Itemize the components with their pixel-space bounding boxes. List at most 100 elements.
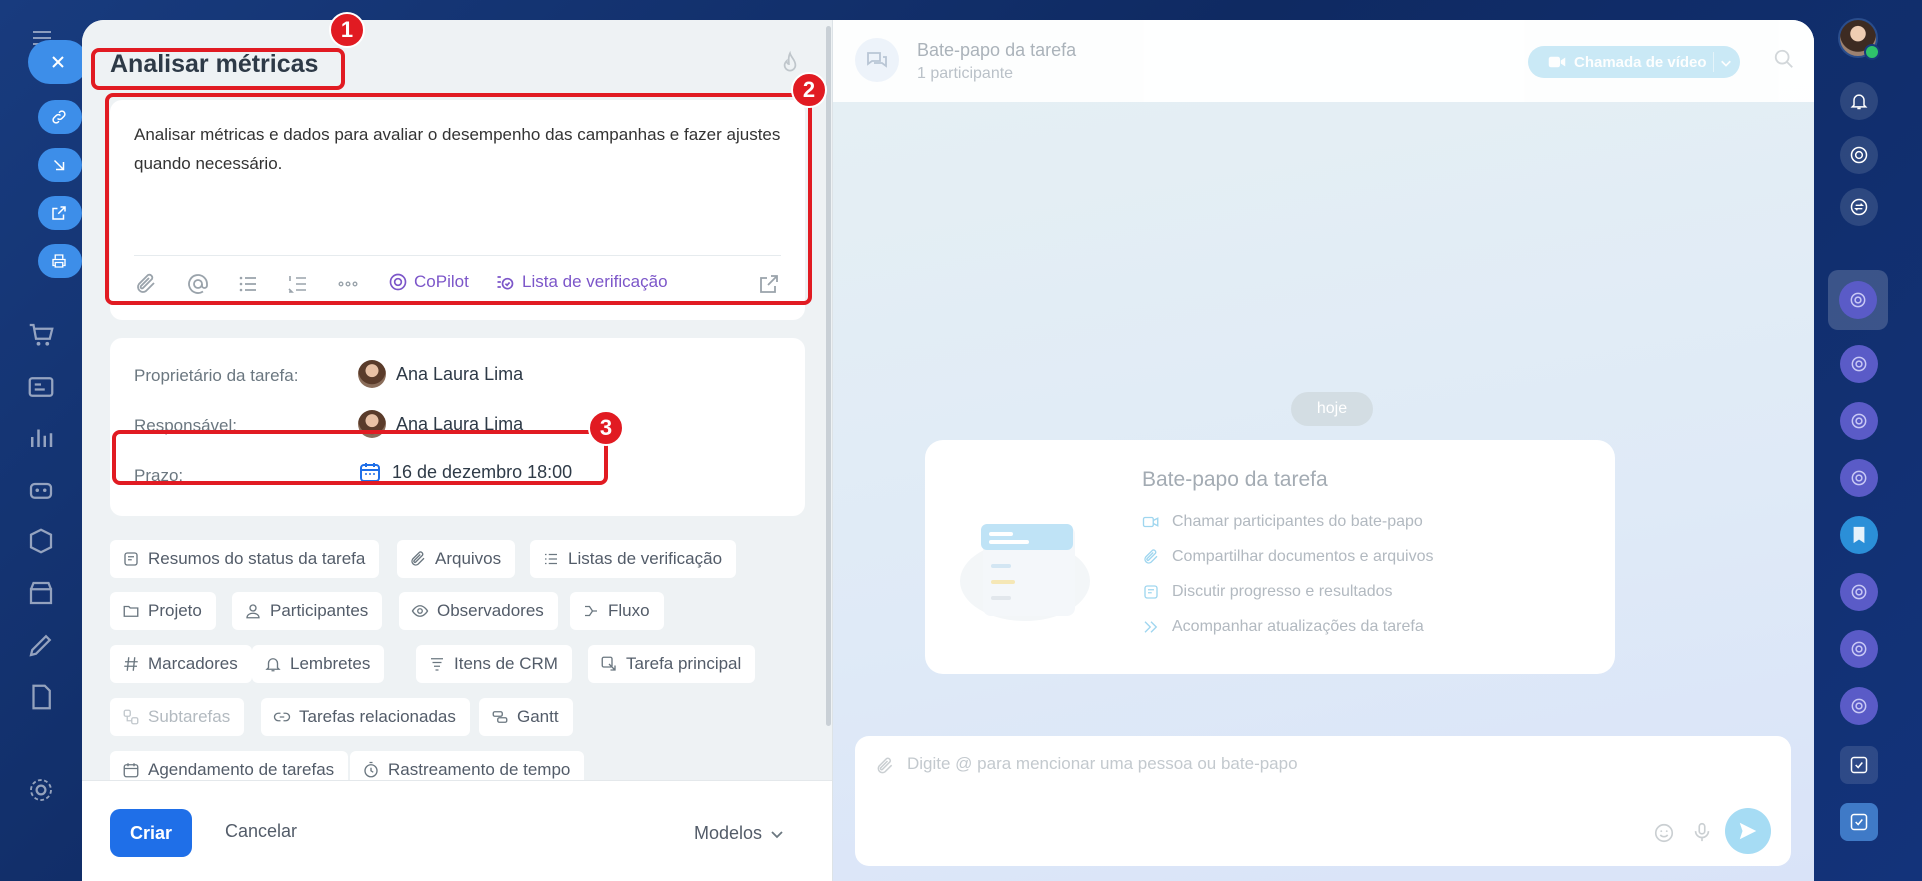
minimize-button[interactable] xyxy=(38,148,82,182)
cancel-button[interactable]: Cancelar xyxy=(225,821,297,842)
crm-icon xyxy=(431,658,443,671)
annotation-box-deadline xyxy=(112,430,608,485)
message-input[interactable]: Digite @ para mencionar uma pessoa ou ba… xyxy=(907,754,1298,774)
notifications-button[interactable] xyxy=(1840,82,1878,120)
annotation-box-title xyxy=(91,48,345,90)
print-button[interactable] xyxy=(38,244,82,278)
paperclip-icon xyxy=(411,551,425,566)
chat-quick-button[interactable] xyxy=(1840,188,1878,226)
chevron-down-icon xyxy=(771,830,783,838)
video-call-button[interactable]: Chamada de vídeo xyxy=(1528,46,1740,78)
chip-crm-items[interactable]: Itens de CRM xyxy=(416,645,572,683)
recent-chat-item[interactable] xyxy=(1840,573,1878,611)
chart-icon[interactable] xyxy=(26,422,56,452)
video-call-label: Chamada de vídeo xyxy=(1574,53,1707,71)
subtasks-icon xyxy=(123,709,139,725)
recent-chat-item[interactable] xyxy=(1840,402,1878,440)
annotation-badge-1: 1 xyxy=(329,12,365,48)
flow-icon xyxy=(585,605,597,617)
chip-label: Agendamento de tarefas xyxy=(148,760,335,779)
date-separator: hoje xyxy=(1291,392,1373,426)
video-call-separator xyxy=(1713,52,1714,72)
recent-chat-item[interactable] xyxy=(1840,630,1878,668)
close-icon xyxy=(52,56,64,68)
chip-files[interactable]: Arquivos xyxy=(397,540,516,578)
pen-icon[interactable] xyxy=(26,630,56,660)
chip-flow[interactable]: Fluxo xyxy=(570,592,664,630)
robot-icon[interactable] xyxy=(26,474,56,504)
copilot-icon xyxy=(1851,356,1867,372)
recent-chat-item[interactable] xyxy=(1840,459,1878,497)
left-sidebar xyxy=(0,0,88,881)
external-link-icon xyxy=(52,206,66,220)
cart-icon[interactable] xyxy=(26,320,56,350)
settings-icon[interactable] xyxy=(26,775,56,805)
microphone-icon[interactable] xyxy=(1691,820,1713,844)
welcome-item-text: Acompanhar atualizações da tarefa xyxy=(1172,618,1424,635)
chip-label: Tarefas relacionadas xyxy=(299,707,456,726)
folder-icon xyxy=(123,605,139,617)
chip-parent-task[interactable]: Tarefa principal xyxy=(588,645,756,683)
checklist-icon xyxy=(545,553,557,565)
templates-dropdown[interactable]: Modelos xyxy=(694,823,784,844)
form-scrollbar[interactable] xyxy=(826,26,831,726)
bell-icon xyxy=(1850,94,1868,110)
store-icon[interactable] xyxy=(26,578,56,608)
person-icon xyxy=(246,604,260,619)
parent-task-icon xyxy=(601,656,616,671)
chip-label: Arquivos xyxy=(435,549,502,568)
copilot-icon xyxy=(1851,470,1867,486)
recent-chat-selected[interactable] xyxy=(1828,270,1888,330)
document-edit-icon[interactable] xyxy=(26,682,56,712)
chip-participants[interactable]: Participantes xyxy=(232,592,383,630)
close-slider-button[interactable] xyxy=(28,40,88,84)
chip-gantt[interactable]: Gantt xyxy=(479,698,573,736)
chip-subtasks[interactable]: Subtarefas xyxy=(110,698,245,736)
copilot-icon xyxy=(1851,413,1867,429)
search-icon[interactable] xyxy=(1773,48,1795,70)
chip-checklists[interactable]: Listas de verificação xyxy=(530,540,737,578)
paperclip-icon[interactable] xyxy=(875,756,895,776)
box-icon[interactable] xyxy=(26,526,56,556)
recent-chat-item[interactable] xyxy=(1840,345,1878,383)
chip-tags[interactable]: Marcadores xyxy=(110,645,252,683)
chip-reminders[interactable]: Lembretes xyxy=(252,645,385,683)
chevron-down-icon[interactable] xyxy=(1720,57,1732,69)
recent-chat-item[interactable] xyxy=(1840,516,1878,554)
chat-header: Bate-papo da tarefa 1 participante Chama… xyxy=(833,20,1814,102)
flame-icon[interactable] xyxy=(777,50,803,76)
welcome-item-text: Discutir progresso e resultados xyxy=(1172,583,1393,600)
chip-observers[interactable]: Observadores xyxy=(399,592,558,630)
recent-chat-item[interactable] xyxy=(1840,687,1878,725)
message-composer[interactable]: Digite @ para mencionar uma pessoa ou ba… xyxy=(855,736,1791,866)
online-status-icon xyxy=(1864,44,1880,60)
emoji-icon[interactable] xyxy=(1653,822,1675,844)
annotation-box-description xyxy=(105,93,812,305)
recent-task-item[interactable] xyxy=(1840,803,1878,841)
chat-illustration xyxy=(960,524,1090,621)
send-icon xyxy=(1739,822,1757,840)
create-button[interactable]: Criar xyxy=(110,809,192,857)
chip-label: Participantes xyxy=(270,601,369,620)
recent-task-item[interactable] xyxy=(1840,746,1878,784)
owner-field[interactable]: Ana Laura Lima xyxy=(358,360,523,388)
chip-label: Itens de CRM xyxy=(454,654,558,673)
id-card-icon[interactable] xyxy=(26,372,56,402)
send-button[interactable] xyxy=(1725,808,1771,854)
chat-avatar xyxy=(1839,281,1877,319)
calendar-icon xyxy=(123,763,139,778)
open-new-window-button[interactable] xyxy=(38,196,82,230)
chip-status-summaries[interactable]: Resumos do status da tarefa xyxy=(110,540,380,578)
arrow-down-right-icon xyxy=(53,159,65,171)
double-chevron-icon xyxy=(1144,621,1158,633)
copilot-icon xyxy=(1851,584,1867,600)
chip-related-tasks[interactable]: Tarefas relacionadas xyxy=(261,698,470,736)
chip-label: Lembretes xyxy=(290,654,371,673)
chip-project[interactable]: Projeto xyxy=(110,592,216,630)
copilot-quick-button[interactable] xyxy=(1840,136,1878,174)
chat-participants-count[interactable]: 1 participante xyxy=(917,65,1013,83)
copilot-icon xyxy=(1850,146,1868,164)
chip-label: Projeto xyxy=(148,601,202,620)
copy-link-button[interactable] xyxy=(38,100,82,134)
progress-icon xyxy=(1144,585,1158,599)
